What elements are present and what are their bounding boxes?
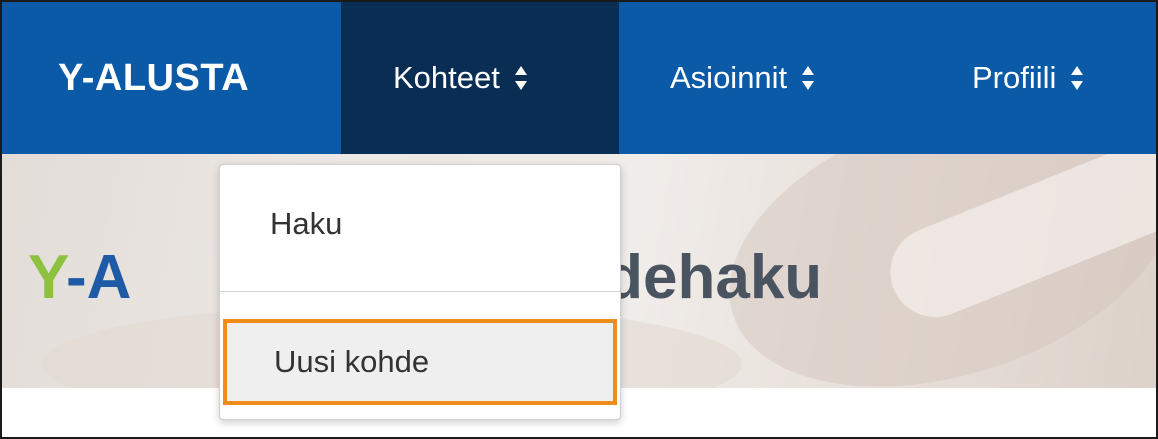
- dropdown-divider: [220, 291, 620, 292]
- nav-item-profiili[interactable]: Profiili: [972, 2, 1084, 154]
- nav-item-label: Profiili: [972, 60, 1057, 95]
- app-window: Y-ALUSTA Kohteet Asioinnit Profiili Y-A …: [0, 0, 1158, 439]
- dropdown-item-label: Uusi kohde: [274, 344, 430, 379]
- dropdown-item-label: Haku: [270, 206, 343, 241]
- sort-updown-icon: [514, 64, 528, 92]
- nav-item-asioinnit[interactable]: Asioinnit: [670, 2, 815, 154]
- dropdown-item-haku[interactable]: Haku: [220, 165, 620, 283]
- brand-logo[interactable]: Y-ALUSTA: [58, 2, 249, 154]
- sort-updown-icon: [801, 64, 815, 92]
- nav-item-kohteet[interactable]: Kohteet: [341, 2, 619, 154]
- kohteet-dropdown-menu: Haku Uusi kohde: [219, 164, 621, 420]
- top-navbar: Y-ALUSTA Kohteet Asioinnit Profiili: [2, 2, 1156, 154]
- dropdown-item-uusi-kohde[interactable]: Uusi kohde: [223, 319, 617, 405]
- hero-title-y: Y: [28, 243, 66, 312]
- nav-item-label: Kohteet: [393, 60, 500, 95]
- hero-title-a: A: [86, 243, 132, 312]
- hero-title-dash: -: [65, 243, 87, 312]
- sort-updown-icon: [1070, 64, 1084, 92]
- nav-item-label: Asioinnit: [670, 60, 788, 95]
